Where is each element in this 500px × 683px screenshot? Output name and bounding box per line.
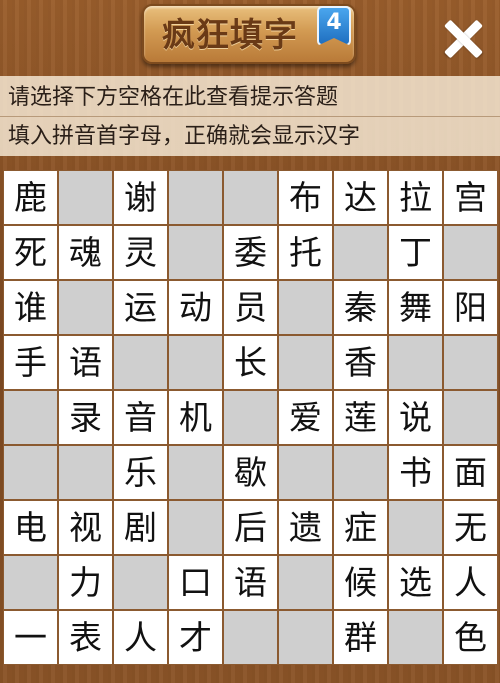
level-number: 4 — [326, 10, 342, 35]
grid-cell-filled[interactable]: 秦 — [334, 281, 387, 334]
grid-cell-empty[interactable] — [279, 336, 332, 389]
grid-cell-filled[interactable]: 莲 — [334, 391, 387, 444]
grid-cell-filled[interactable]: 才 — [169, 611, 222, 664]
grid-cell-filled[interactable]: 书 — [389, 446, 442, 499]
grid-cell-filled[interactable]: 托 — [279, 226, 332, 279]
grid-cell-empty[interactable] — [169, 446, 222, 499]
grid-cell-filled[interactable]: 人 — [114, 611, 167, 664]
grid-cell-empty[interactable] — [224, 611, 277, 664]
grid-cell-empty[interactable] — [4, 391, 57, 444]
grid-cell-empty[interactable] — [224, 391, 277, 444]
grid-cell-empty[interactable] — [444, 226, 497, 279]
grid-cell-empty[interactable] — [279, 611, 332, 664]
grid-cell-filled[interactable]: 剧 — [114, 501, 167, 554]
grid-cell-filled[interactable]: 谢 — [114, 171, 167, 224]
grid-cell-filled[interactable]: 人 — [444, 556, 497, 609]
crossword-grid: 鹿谢布达拉宫死魂灵委托丁谁运动员秦舞阳手语长香录音机爱莲说乐歇书面电视剧后遗症无… — [3, 170, 498, 665]
grid-cell-empty[interactable] — [334, 226, 387, 279]
grid-cell-filled[interactable]: 说 — [389, 391, 442, 444]
grid-cell-empty[interactable] — [224, 171, 277, 224]
grid-cell-filled[interactable]: 电 — [4, 501, 57, 554]
grid-cell-filled[interactable]: 口 — [169, 556, 222, 609]
grid-cell-filled[interactable]: 力 — [59, 556, 112, 609]
grid-cell-empty[interactable] — [4, 446, 57, 499]
grid-cell-filled[interactable]: 语 — [59, 336, 112, 389]
grid-cell-filled[interactable]: 录 — [59, 391, 112, 444]
grid-cell-filled[interactable]: 语 — [224, 556, 277, 609]
grid-cell-filled[interactable]: 爱 — [279, 391, 332, 444]
grid-cell-empty[interactable] — [444, 336, 497, 389]
grid-cell-empty[interactable] — [444, 391, 497, 444]
grid-cell-filled[interactable]: 运 — [114, 281, 167, 334]
grid-cell-filled[interactable]: 阳 — [444, 281, 497, 334]
grid-cell-filled[interactable]: 灵 — [114, 226, 167, 279]
grid-cell-filled[interactable]: 委 — [224, 226, 277, 279]
grid-cell-filled[interactable]: 谁 — [4, 281, 57, 334]
grid-cell-filled[interactable]: 一 — [4, 611, 57, 664]
grid-cell-filled[interactable]: 遗 — [279, 501, 332, 554]
grid-cell-filled[interactable]: 选 — [389, 556, 442, 609]
grid-cell-empty[interactable] — [169, 171, 222, 224]
grid-cell-empty[interactable] — [4, 556, 57, 609]
grid-cell-filled[interactable]: 宫 — [444, 171, 497, 224]
grid-cell-filled[interactable]: 鹿 — [4, 171, 57, 224]
grid-cell-filled[interactable]: 表 — [59, 611, 112, 664]
grid-cell-empty[interactable] — [59, 171, 112, 224]
grid-cell-filled[interactable]: 布 — [279, 171, 332, 224]
game-title: 疯狂填字 — [162, 15, 298, 54]
grid-cell-empty[interactable] — [279, 281, 332, 334]
grid-cell-empty[interactable] — [169, 336, 222, 389]
grid-cell-empty[interactable] — [59, 281, 112, 334]
grid-cell-filled[interactable]: 面 — [444, 446, 497, 499]
grid-cell-filled[interactable]: 群 — [334, 611, 387, 664]
grid-cell-filled[interactable]: 歇 — [224, 446, 277, 499]
hint-panel: 请选择下方空格在此查看提示答题 填入拼音首字母，正确就会显示汉字 — [0, 76, 500, 156]
grid-cell-empty[interactable] — [279, 446, 332, 499]
grid-cell-empty[interactable] — [169, 226, 222, 279]
grid-cell-filled[interactable]: 色 — [444, 611, 497, 664]
grid-cell-empty[interactable] — [114, 336, 167, 389]
grid-cell-empty[interactable] — [279, 556, 332, 609]
grid-cell-filled[interactable]: 无 — [444, 501, 497, 554]
close-icon[interactable] — [436, 12, 490, 66]
grid-cell-filled[interactable]: 达 — [334, 171, 387, 224]
grid-cell-filled[interactable]: 丁 — [389, 226, 442, 279]
grid-cell-empty[interactable] — [389, 336, 442, 389]
grid-cell-filled[interactable]: 动 — [169, 281, 222, 334]
grid-cell-filled[interactable]: 机 — [169, 391, 222, 444]
grid-cell-filled[interactable]: 后 — [224, 501, 277, 554]
grid-cell-filled[interactable]: 拉 — [389, 171, 442, 224]
grid-cell-filled[interactable]: 员 — [224, 281, 277, 334]
hint-line-2: 填入拼音首字母，正确就会显示汉字 — [8, 124, 361, 149]
grid-cell-empty[interactable] — [114, 556, 167, 609]
hint-line-1: 请选择下方空格在此查看提示答题 — [8, 85, 339, 110]
grid-cell-empty[interactable] — [389, 611, 442, 664]
header-bar: 疯狂填字 4 — [0, 0, 500, 76]
grid-cell-filled[interactable]: 死 — [4, 226, 57, 279]
grid-cell-empty[interactable] — [59, 446, 112, 499]
grid-cell-filled[interactable]: 音 — [114, 391, 167, 444]
grid-cell-empty[interactable] — [169, 501, 222, 554]
grid-cell-filled[interactable]: 手 — [4, 336, 57, 389]
grid-cell-filled[interactable]: 舞 — [389, 281, 442, 334]
hint-divider — [0, 116, 500, 117]
grid-cell-filled[interactable]: 视 — [59, 501, 112, 554]
grid-cell-empty[interactable] — [334, 446, 387, 499]
grid-cell-filled[interactable]: 长 — [224, 336, 277, 389]
grid-cell-empty[interactable] — [389, 501, 442, 554]
grid-cell-filled[interactable]: 香 — [334, 336, 387, 389]
grid-cell-filled[interactable]: 症 — [334, 501, 387, 554]
grid-cell-filled[interactable]: 乐 — [114, 446, 167, 499]
grid-cell-filled[interactable]: 候 — [334, 556, 387, 609]
grid-cell-filled[interactable]: 魂 — [59, 226, 112, 279]
